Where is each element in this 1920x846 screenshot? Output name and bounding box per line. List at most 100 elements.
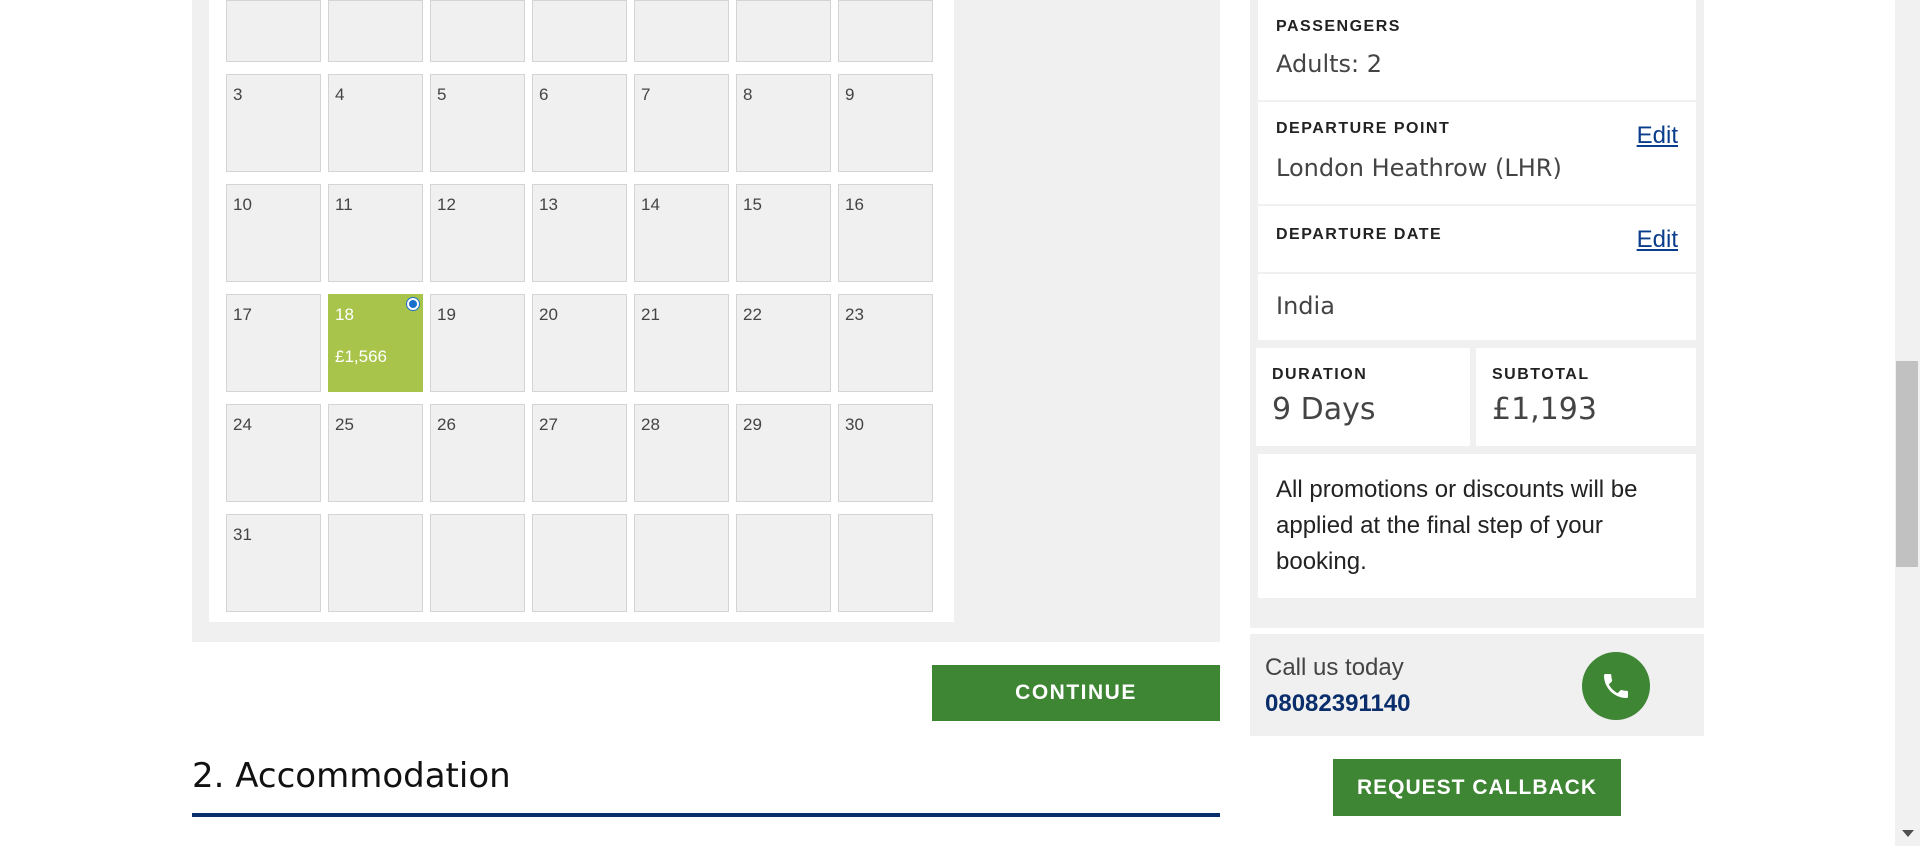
request-callback-button[interactable]: REQUEST CALLBACK [1333, 759, 1621, 816]
calendar-day-empty [838, 0, 933, 62]
calendar-day-20[interactable]: 20 [532, 294, 627, 392]
departure-point-value: London Heathrow (LHR) [1276, 154, 1562, 182]
calendar-day-4[interactable]: 4 [328, 74, 423, 172]
calendar-day-number: 16 [845, 195, 864, 214]
calendar-day-7[interactable]: 7 [634, 74, 729, 172]
calendar-day-9[interactable]: 9 [838, 74, 933, 172]
calendar-day-number: 18 [335, 305, 354, 324]
calendar-day-number: 7 [641, 85, 651, 104]
subtotal-value: £1,193 [1492, 392, 1597, 427]
calendar-day-14[interactable]: 14 [634, 184, 729, 282]
calendar-day-empty [736, 0, 831, 62]
booking-summary: PASSENGERS Adults: 2 DEPARTURE POINT Edi… [1250, 0, 1704, 628]
calendar-day-31[interactable]: 31 [226, 514, 321, 612]
promo-text: All promotions or discounts will be appl… [1276, 476, 1638, 575]
calendar-day-12[interactable]: 12 [430, 184, 525, 282]
duration-box: DURATION 9 Days [1256, 348, 1470, 446]
calendar-day-number: 29 [743, 415, 762, 434]
scroll-down-arrow-icon[interactable] [1902, 830, 1914, 837]
call-text: Call us today [1265, 654, 1404, 681]
calendar-day-5[interactable]: 5 [430, 74, 525, 172]
duration-label: DURATION [1272, 366, 1368, 383]
calendar-day-empty [634, 514, 729, 612]
scrollbar-thumb[interactable] [1896, 361, 1918, 567]
calendar-day-number: 22 [743, 305, 762, 324]
calendar-day-number: 9 [845, 85, 855, 104]
calendar-day-number: 25 [335, 415, 354, 434]
calendar-day-30[interactable]: 30 [838, 404, 933, 502]
edit-departure-point-link[interactable]: Edit [1637, 122, 1678, 150]
calendar-day-number: 26 [437, 415, 456, 434]
subtotal-box: SUBTOTAL £1,193 [1476, 348, 1696, 446]
departure-point-box: DEPARTURE POINT Edit London Heathrow (LH… [1258, 102, 1696, 204]
phone-button[interactable] [1582, 652, 1650, 720]
calendar-day-17[interactable]: 17 [226, 294, 321, 392]
calendar-day-number: 11 [335, 195, 353, 214]
calendar-day-24[interactable]: 24 [226, 404, 321, 502]
calendar-day-16[interactable]: 16 [838, 184, 933, 282]
edit-departure-date-link[interactable]: Edit [1637, 226, 1678, 254]
calendar-day-empty [328, 0, 423, 62]
radio-selected-icon[interactable] [406, 297, 420, 311]
calendar-day-10[interactable]: 10 [226, 184, 321, 282]
calendar-day-23[interactable]: 23 [838, 294, 933, 392]
calendar-day-13[interactable]: 13 [532, 184, 627, 282]
calendar-day-empty [430, 0, 525, 62]
section-title-accommodation: 2. Accommodation [192, 756, 511, 796]
calendar-day-number: 28 [641, 415, 660, 434]
calendar-day-28[interactable]: 28 [634, 404, 729, 502]
passengers-value: Adults: 2 [1276, 50, 1383, 78]
calendar-day-number: 21 [641, 305, 660, 324]
departure-date-label: DEPARTURE DATE [1276, 226, 1443, 243]
calendar-day-26[interactable]: 26 [430, 404, 525, 502]
calendar-day-6[interactable]: 6 [532, 74, 627, 172]
calendar-day-number: 6 [539, 85, 549, 104]
departure-date-box: DEPARTURE DATE Edit [1258, 206, 1696, 272]
calendar-day-empty [226, 0, 321, 62]
calendar-day-number: 30 [845, 415, 864, 434]
calendar-day-21[interactable]: 21 [634, 294, 729, 392]
duration-value: 9 Days [1272, 392, 1376, 427]
calendar-day-18[interactable]: 18 £1,566 [328, 294, 423, 392]
departure-point-label: DEPARTURE POINT [1276, 120, 1451, 137]
call-box: Call us today 08082391140 [1250, 634, 1704, 736]
calendar-day-number: 31 [233, 525, 252, 544]
calendar-day-29[interactable]: 29 [736, 404, 831, 502]
calendar-day-number: 14 [641, 195, 660, 214]
call-number[interactable]: 08082391140 [1265, 690, 1411, 718]
calendar-day-number: 13 [539, 195, 558, 214]
calendar-day-number: 8 [743, 85, 753, 104]
calendar-day-19[interactable]: 19 [430, 294, 525, 392]
calendar-day-empty [736, 514, 831, 612]
calendar-day-number: 5 [437, 85, 447, 104]
calendar-day-number: 20 [539, 305, 558, 324]
calendar-day-price: £1,566 [335, 347, 387, 366]
calendar-day-27[interactable]: 27 [532, 404, 627, 502]
calendar-day-15[interactable]: 15 [736, 184, 831, 282]
subtotal-label: SUBTOTAL [1492, 366, 1590, 383]
destination-box: India [1258, 274, 1696, 340]
calendar-day-empty [532, 0, 627, 62]
continue-button[interactable]: CONTINUE [932, 665, 1220, 721]
passengers-box: PASSENGERS Adults: 2 [1258, 0, 1696, 100]
calendar-day-25[interactable]: 25 [328, 404, 423, 502]
calendar-day-number: 17 [233, 305, 252, 324]
calendar-day-number: 10 [233, 195, 252, 214]
calendar-day-number: 4 [335, 85, 345, 104]
calendar-panel: 3 4 5 6 7 8 9 10 11 12 13 14 15 16 17 18 £1,566 19 20 21 22 2… [192, 0, 1220, 642]
calendar-day-number: 19 [437, 305, 456, 324]
calendar-day-number: 3 [233, 85, 243, 104]
calendar-day-11[interactable]: 11 [328, 184, 423, 282]
phone-icon [1604, 674, 1628, 698]
calendar-day-3[interactable]: 3 [226, 74, 321, 172]
calendar-day-number: 24 [233, 415, 252, 434]
calendar-day-empty [430, 514, 525, 612]
section-divider [192, 813, 1220, 817]
calendar: 3 4 5 6 7 8 9 10 11 12 13 14 15 16 17 18 £1,566 19 20 21 22 2… [209, 0, 954, 622]
calendar-day-22[interactable]: 22 [736, 294, 831, 392]
calendar-day-number: 15 [743, 195, 762, 214]
calendar-day-8[interactable]: 8 [736, 74, 831, 172]
passengers-label: PASSENGERS [1276, 18, 1401, 35]
calendar-day-number: 23 [845, 305, 864, 324]
calendar-day-number: 12 [437, 195, 456, 214]
